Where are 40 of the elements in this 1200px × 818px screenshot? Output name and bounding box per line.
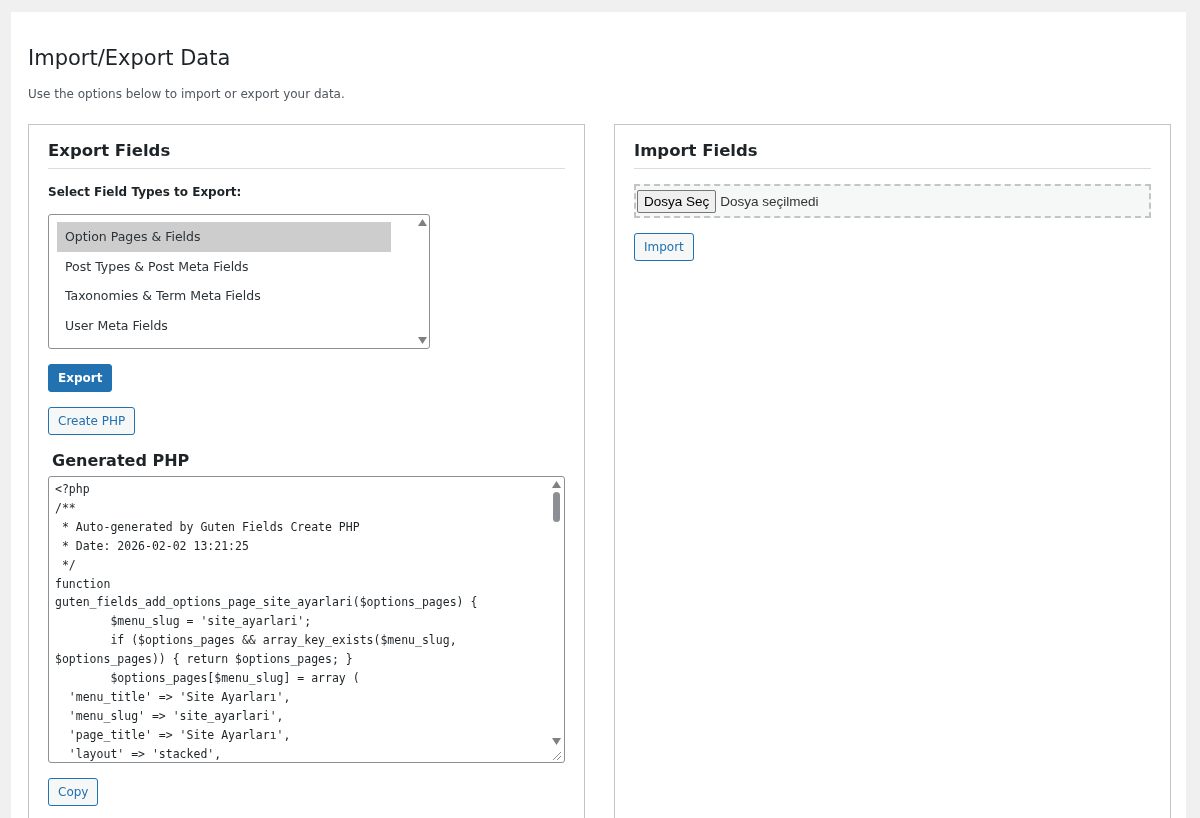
list-option[interactable]: Taxonomies & Term Meta Fields	[57, 281, 391, 311]
code-line: function	[55, 575, 112, 593]
code-line: 'menu_title' => 'Site Ayarları',	[67, 688, 292, 706]
code-line: if ($options_pages && array_key_exists($menu_slug,	[109, 632, 458, 650]
scroll-up-icon[interactable]	[417, 219, 427, 226]
scrollbar-thumb[interactable]	[552, 492, 560, 522]
code-line: $menu_slug = 'site_ayarlari';	[109, 613, 313, 631]
choose-file-button[interactable]: Dosya Seç	[637, 189, 717, 213]
list-option[interactable]: Post Types & Post Meta Fields	[57, 251, 391, 281]
field-label: Select Field Types to Export:	[48, 185, 242, 199]
file-status: Dosya seçilmedi	[720, 193, 819, 209]
code-line: */	[60, 556, 77, 574]
page-description: Use the options below to import or export your data.	[28, 86, 345, 101]
card-title: Import Fields	[634, 141, 758, 160]
code-line: <?php	[55, 481, 91, 498]
page-title: Import/Export Data	[28, 45, 231, 71]
code-line: guten_fields_add_options_page_site_ayarlari($options_pages) {	[55, 594, 479, 612]
export-button[interactable]: Export	[48, 364, 113, 392]
copy-button[interactable]: Copy	[48, 778, 99, 806]
code-line: 'page_title' => 'Site Ayarları',	[67, 726, 292, 744]
file-input[interactable]: Dosya Seç Dosya seçilmedi	[634, 184, 1151, 218]
list-option[interactable]: User Meta Fields	[57, 310, 391, 340]
code-line: * Auto-generated by Guten Fields Create PHP	[60, 518, 361, 536]
card-title: Export Fields	[48, 141, 171, 160]
scroll-down-icon[interactable]	[417, 337, 427, 344]
code-textarea[interactable]	[48, 476, 565, 763]
section-title: Generated PHP	[52, 451, 190, 470]
resize-grip-icon[interactable]	[550, 749, 562, 761]
code-line: 'layout' => 'stacked',	[67, 745, 223, 762]
field-type-listbox[interactable]: Option Pages & Fields Post Types & Post Meta Fields Taxonomies & Term Meta Fields User Meta Fields	[48, 214, 430, 349]
code-line: 'menu_slug' => 'site_ayarlari',	[67, 707, 285, 725]
list-option[interactable]: Option Pages & Fields	[57, 222, 391, 252]
code-line: * Date: 2026-02-02 13:21:25	[60, 537, 250, 555]
code-line: $options_pages[$menu_slug] = array (	[109, 670, 361, 688]
import-button[interactable]: Import	[634, 233, 694, 261]
code-line: $options_pages)) { return $options_pages; }	[55, 651, 354, 669]
scroll-up-icon[interactable]	[551, 481, 561, 488]
scroll-down-icon[interactable]	[551, 738, 561, 745]
create-php-button[interactable]: Create PHP	[48, 407, 136, 435]
code-line: /**	[55, 499, 77, 517]
